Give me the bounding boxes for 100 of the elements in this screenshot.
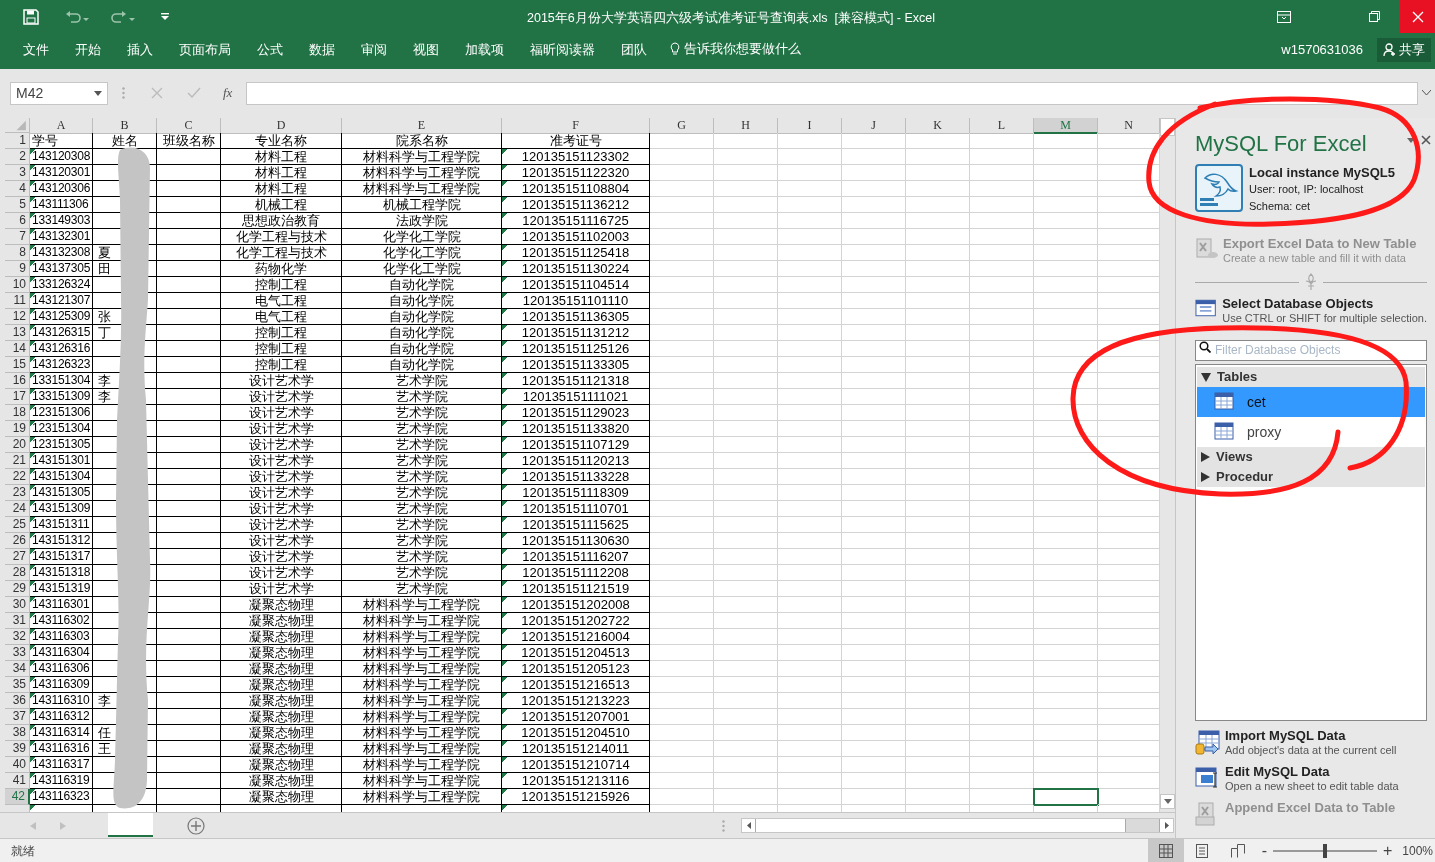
caret-icon[interactable] <box>1163 799 1172 804</box>
row-header[interactable]: 24 <box>5 501 30 517</box>
row-header[interactable]: 33 <box>5 645 30 661</box>
row-header[interactable]: 6 <box>5 213 30 229</box>
tree-group-header[interactable]: Procedur <box>1197 467 1425 487</box>
row-header[interactable]: 38 <box>5 725 30 741</box>
action-link[interactable]: Edit MySQL Data <box>1225 765 1399 779</box>
row-header[interactable]: 3 <box>5 165 30 181</box>
column-header[interactable]: M <box>1034 118 1098 134</box>
horizontal-scrollbar[interactable] <box>741 818 1174 833</box>
row-header[interactable]: 18 <box>5 405 30 421</box>
collapsed-icon[interactable] <box>1201 452 1210 462</box>
row-header[interactable]: 19 <box>5 421 30 437</box>
row-header[interactable]: 37 <box>5 709 30 725</box>
tree-item[interactable]: cet <box>1197 387 1425 417</box>
row-header[interactable]: 1 <box>5 133 30 149</box>
zoom-in-button[interactable]: + <box>1382 842 1393 859</box>
row-header[interactable]: 32 <box>5 629 30 645</box>
row-header[interactable]: 36 <box>5 693 30 709</box>
row-header[interactable]: 14 <box>5 341 30 357</box>
database-objects-icon[interactable] <box>1195 297 1219 319</box>
page-break-view-icon[interactable] <box>1230 843 1245 858</box>
import-icon[interactable] <box>1195 729 1221 755</box>
action-link[interactable]: Import MySQL Data <box>1225 729 1397 743</box>
name-box[interactable]: M42 <box>10 81 108 105</box>
zoom-slider[interactable] <box>1272 843 1377 858</box>
row-header[interactable]: 42 <box>5 789 30 805</box>
ribbon-tab[interactable]: 插入 <box>114 38 166 62</box>
column-header[interactable]: B <box>93 118 157 134</box>
user-name[interactable]: w1570631036 <box>1281 38 1363 62</box>
row-header[interactable]: 9 <box>5 261 30 277</box>
row-header[interactable]: 41 <box>5 773 30 789</box>
row-header[interactable]: 8 <box>5 245 30 261</box>
column-header[interactable]: C <box>157 118 221 134</box>
column-header[interactable]: H <box>714 118 778 134</box>
tree-group-header[interactable]: Tables <box>1197 367 1425 387</box>
ribbon-tab[interactable]: 视图 <box>400 38 452 62</box>
row-header[interactable]: 40 <box>5 757 30 773</box>
expand-icon[interactable] <box>1422 90 1431 96</box>
scroll-left-icon[interactable] <box>746 822 751 829</box>
ribbon-tab[interactable]: 加载项 <box>452 38 517 62</box>
column-header[interactable]: F <box>502 118 650 134</box>
row-header[interactable]: 35 <box>5 677 30 693</box>
row-header[interactable]: 27 <box>5 549 30 565</box>
tree-group-header[interactable]: Views <box>1197 447 1425 467</box>
tree-item[interactable]: proxy <box>1197 417 1425 447</box>
row-header[interactable]: 28 <box>5 565 30 581</box>
add-sheet-icon[interactable] <box>187 816 205 835</box>
row-header[interactable]: 29 <box>5 581 30 597</box>
restore-icon[interactable] <box>1369 11 1380 22</box>
redo-icon[interactable] <box>111 9 135 24</box>
ribbon-tab[interactable]: 页面布局 <box>166 38 244 62</box>
customize-toolbar-icon[interactable] <box>161 12 169 21</box>
action-link[interactable]: Select Database Objects <box>1222 297 1427 311</box>
row-header[interactable]: 22 <box>5 469 30 485</box>
ribbon-tab[interactable]: 文件 <box>10 38 62 62</box>
row-header[interactable]: 4 <box>5 181 30 197</box>
row-header[interactable]: 26 <box>5 533 30 549</box>
zoom-level[interactable]: 100% <box>1402 841 1433 860</box>
column-header[interactable]: D <box>221 118 342 134</box>
column-header[interactable]: K <box>906 118 970 134</box>
row-header[interactable]: 13 <box>5 325 30 341</box>
row-header[interactable]: 16 <box>5 373 30 389</box>
normal-view-icon[interactable] <box>1158 843 1173 858</box>
vertical-scrollbar[interactable] <box>1160 118 1175 812</box>
ribbon-tab[interactable]: 团队 <box>608 38 660 62</box>
row-header[interactable]: 20 <box>5 437 30 453</box>
row-header[interactable]: 15 <box>5 357 30 373</box>
row-header[interactable]: 12 <box>5 309 30 325</box>
ribbon-display-icon[interactable] <box>1277 10 1291 23</box>
column-header[interactable]: J <box>842 118 906 134</box>
row-header[interactable]: 39 <box>5 741 30 757</box>
save-icon[interactable] <box>23 8 39 25</box>
row-header[interactable]: 34 <box>5 661 30 677</box>
ribbon-tab[interactable]: 福昕阅读器 <box>517 38 608 62</box>
row-header[interactable]: 17 <box>5 389 30 405</box>
undo-icon[interactable] <box>65 9 89 24</box>
row-header[interactable]: 23 <box>5 485 30 501</box>
share-button[interactable]: 共享 <box>1377 38 1431 62</box>
collapsed-icon[interactable] <box>1201 472 1210 482</box>
formula-input[interactable] <box>246 81 1418 105</box>
caret-icon[interactable] <box>94 90 102 96</box>
lightbulb-icon[interactable] <box>670 42 680 57</box>
row-header[interactable]: 11 <box>5 293 30 309</box>
filter-field[interactable]: Filter Database Objects <box>1195 339 1427 361</box>
expanded-icon[interactable] <box>1201 372 1211 382</box>
scroll-down-button[interactable] <box>1160 794 1175 809</box>
row-header[interactable]: 25 <box>5 517 30 533</box>
row-header[interactable]: 5 <box>5 197 30 213</box>
close-icon[interactable] <box>1421 135 1431 145</box>
ribbon-tab[interactable]: 公式 <box>244 38 296 62</box>
dropdown-icon[interactable] <box>1407 138 1415 143</box>
zoom-out-button[interactable]: - <box>1261 842 1267 859</box>
tell-me-search[interactable]: 告诉我你想要做什么 <box>684 40 801 59</box>
column-header[interactable]: E <box>342 118 502 134</box>
page-layout-view-icon[interactable] <box>1194 843 1209 858</box>
ribbon-tab[interactable]: 数据 <box>296 38 348 62</box>
ribbon-tab[interactable]: 审阅 <box>348 38 400 62</box>
zoom-slider-thumb[interactable] <box>1322 843 1327 858</box>
row-header[interactable]: 2 <box>5 149 30 165</box>
